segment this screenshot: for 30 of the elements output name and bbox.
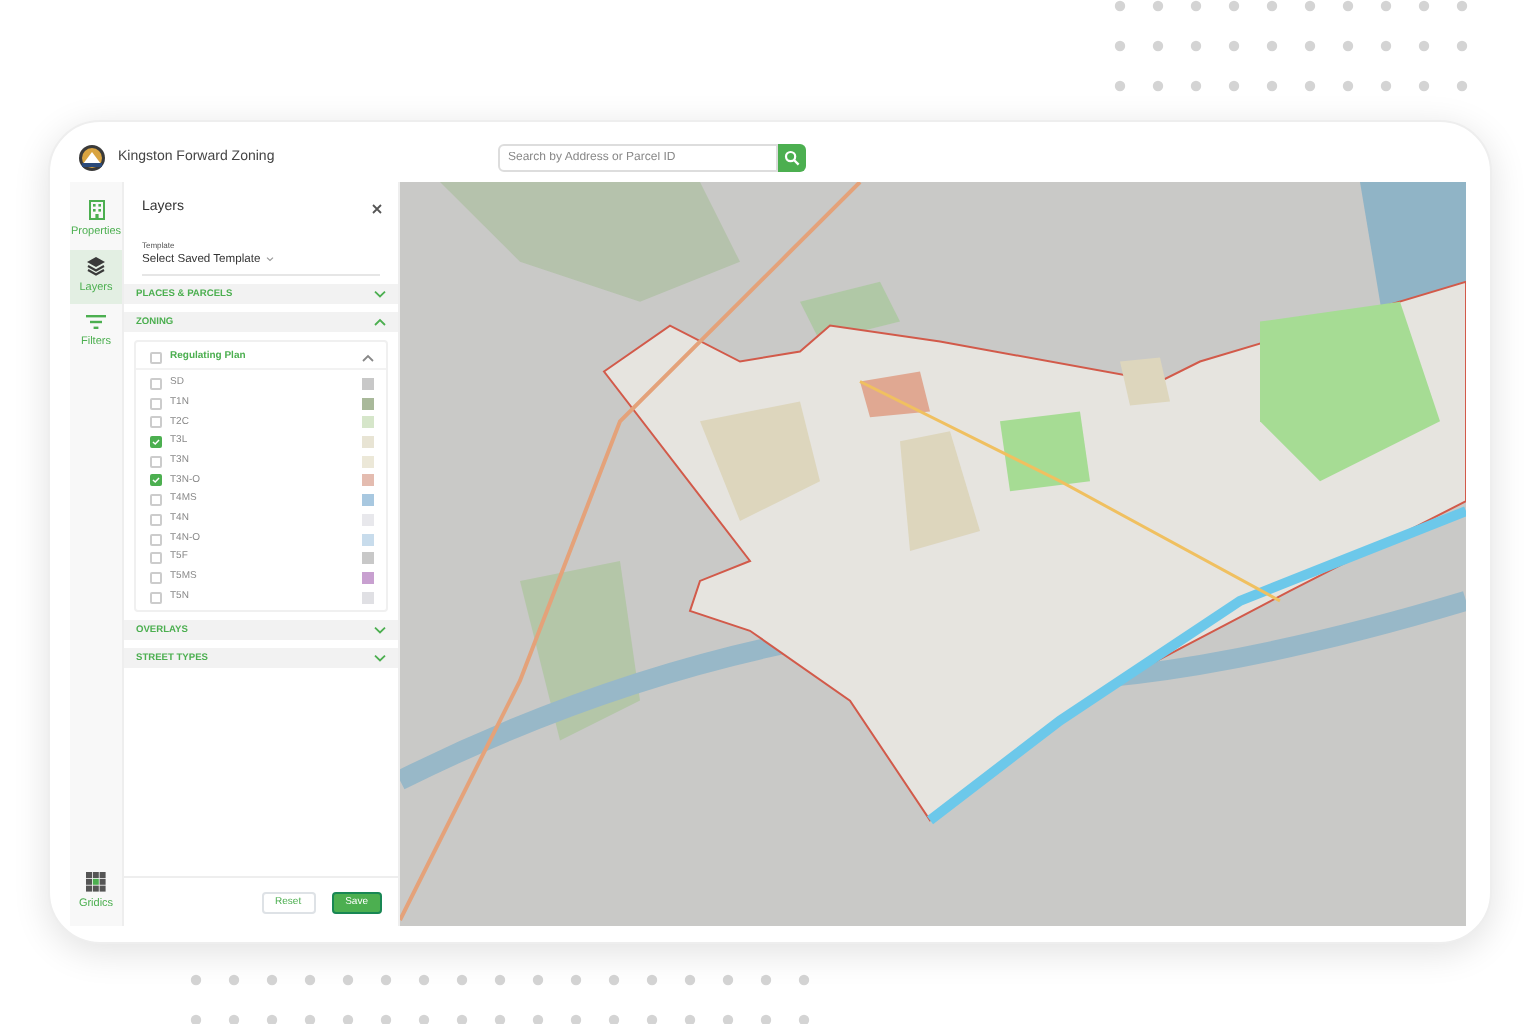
grid-icon (86, 871, 106, 892)
map-drawing[interactable] (400, 182, 1466, 926)
checkbox[interactable] (150, 571, 162, 584)
checkbox[interactable] (150, 416, 162, 429)
checkbox[interactable] (150, 378, 162, 391)
chevron-icon (374, 290, 386, 299)
checkbox[interactable] (150, 455, 162, 468)
checkbox[interactable] (150, 351, 162, 364)
chevron-icon (374, 626, 386, 635)
building-icon (87, 200, 105, 220)
search-button[interactable] (778, 144, 806, 172)
search-icon (784, 150, 800, 166)
checkbox[interactable] (150, 494, 162, 507)
chevron-icon (362, 353, 374, 362)
checkbox[interactable] (150, 397, 162, 410)
checkbox[interactable] (150, 513, 162, 526)
logo-icon (78, 144, 106, 172)
checkbox[interactable] (150, 436, 162, 449)
chevron-icon (374, 318, 386, 327)
checkbox[interactable] (150, 552, 162, 565)
caret-icon (266, 256, 275, 263)
close-icon (372, 203, 382, 214)
checkbox[interactable] (150, 474, 162, 487)
collapse-button[interactable] (362, 353, 374, 362)
filter-icon (86, 313, 106, 329)
close-button[interactable] (372, 203, 382, 214)
chevron-icon (374, 654, 386, 663)
layers-icon (86, 256, 106, 277)
checkbox[interactable] (150, 591, 162, 604)
checkbox[interactable] (150, 533, 162, 546)
